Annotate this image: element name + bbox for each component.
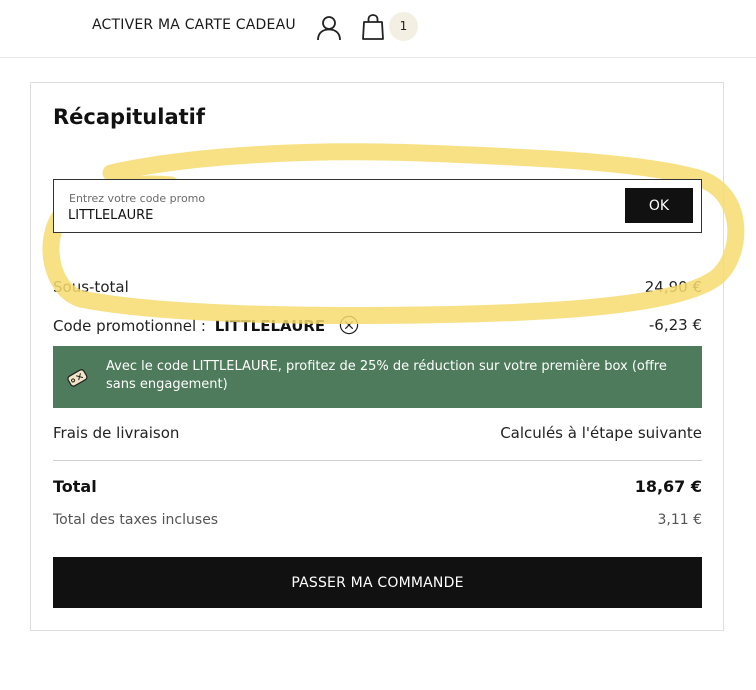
subtotal-label: Sous-total bbox=[53, 278, 129, 296]
discount-code: LITTLELAURE bbox=[214, 317, 326, 335]
subtotal-row: Sous-total 24,90 € bbox=[53, 278, 702, 296]
promo-code-label: Entrez votre code promo bbox=[69, 192, 206, 205]
discount-label: Code promotionnel : bbox=[53, 317, 206, 335]
summary-divider bbox=[53, 460, 702, 461]
shipping-row: Frais de livraison Calculés à l'étape su… bbox=[53, 424, 702, 442]
promo-info-text: Avec le code LITTLELAURE, profitez de 25… bbox=[106, 359, 667, 392]
taxes-label: Total des taxes incluses bbox=[53, 512, 219, 528]
shopping-bag-icon[interactable] bbox=[361, 13, 385, 41]
discount-value: -6,23 € bbox=[648, 316, 702, 334]
apply-promo-button[interactable]: OK bbox=[625, 188, 693, 223]
summary-title: Récapitulatif bbox=[53, 105, 205, 129]
order-summary-card: Récapitulatif Entrez votre code promo OK… bbox=[30, 82, 745, 631]
checkout-button[interactable]: PASSER MA COMMANDE bbox=[53, 557, 702, 608]
promo-code-input[interactable] bbox=[68, 206, 488, 224]
total-label: Total bbox=[53, 477, 97, 496]
gift-tag-icon bbox=[67, 369, 88, 387]
total-row: Total 18,67 € bbox=[53, 477, 702, 496]
shipping-label: Frais de livraison bbox=[53, 424, 180, 442]
discount-row: Code promotionnel : LITTLELAURE -6,23 € bbox=[53, 315, 702, 335]
subtotal-value: 24,90 € bbox=[644, 278, 702, 296]
promo-info-banner: Avec le code LITTLELAURE, profitez de 25… bbox=[53, 346, 702, 408]
cart-count-badge[interactable]: 1 bbox=[389, 12, 418, 41]
discount-label-group: Code promotionnel : LITTLELAURE bbox=[53, 315, 359, 335]
taxes-value: 3,11 € bbox=[657, 512, 702, 528]
site-header: ACTIVER MA CARTE CADEAU 1 bbox=[0, 0, 756, 58]
activate-gift-card-link[interactable]: ACTIVER MA CARTE CADEAU bbox=[92, 17, 296, 33]
taxes-row: Total des taxes incluses 3,11 € bbox=[53, 512, 702, 528]
user-icon[interactable] bbox=[316, 14, 342, 42]
total-value: 18,67 € bbox=[634, 477, 702, 496]
shipping-value: Calculés à l'étape suivante bbox=[500, 424, 702, 442]
promo-code-field[interactable]: Entrez votre code promo OK bbox=[53, 179, 702, 233]
close-circle-icon[interactable] bbox=[339, 315, 359, 335]
